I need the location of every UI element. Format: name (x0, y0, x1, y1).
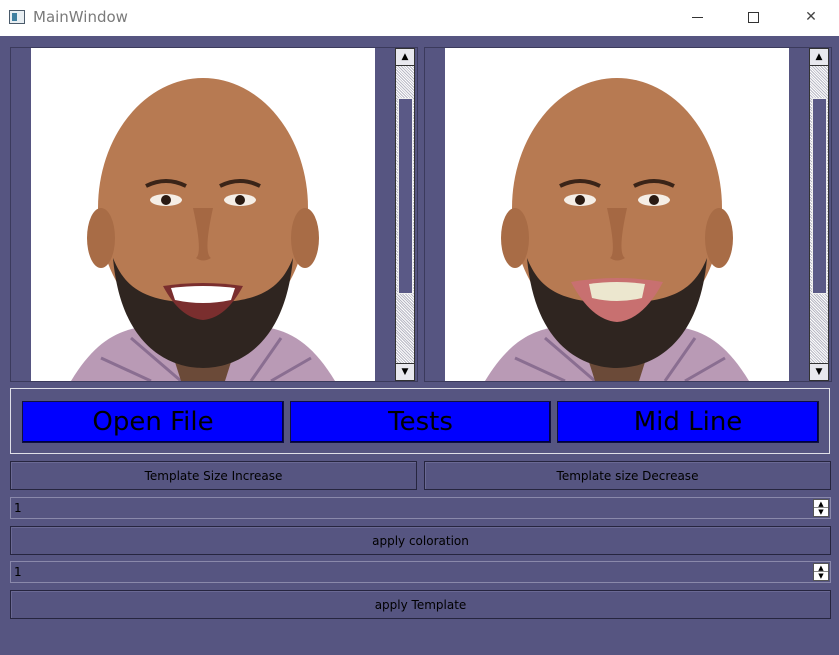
main-window-client-area: ▲ ▼ ▲ ▼ Open File Tests Mid Line Templat… (0, 36, 839, 655)
template-spin-buttons[interactable]: ▲ ▼ (813, 563, 829, 581)
spin-up-icon[interactable]: ▲ (814, 564, 828, 572)
apply-coloration-button[interactable]: apply coloration (10, 526, 831, 555)
tests-button[interactable]: Tests (290, 401, 551, 443)
face-illustration (485, 78, 749, 381)
original-face-photo (31, 48, 375, 381)
image-viewport (425, 48, 789, 381)
title-bar: MainWindow ✕ (0, 0, 839, 36)
apply-template-button[interactable]: apply Template (10, 590, 831, 619)
template-spin-value[interactable]: 1 (14, 565, 22, 579)
scrollbar-thumb[interactable] (398, 98, 413, 294)
window-title: MainWindow (33, 8, 128, 26)
right-vertical-scrollbar[interactable]: ▲ ▼ (789, 48, 831, 381)
template-size-decrease-button[interactable]: Template size Decrease (424, 461, 831, 490)
app-window-icon (9, 10, 25, 24)
open-file-button[interactable]: Open File (22, 401, 284, 443)
spin-down-icon[interactable]: ▼ (814, 572, 828, 580)
scroll-up-arrow-icon[interactable]: ▲ (395, 48, 415, 66)
edited-image-viewer[interactable]: ▲ ▼ (424, 47, 832, 382)
maximize-button[interactable] (730, 0, 776, 34)
spin-up-icon[interactable]: ▲ (814, 500, 828, 508)
minimize-button[interactable] (674, 0, 720, 34)
minimize-icon (691, 16, 703, 18)
edited-face-photo (445, 48, 789, 381)
left-vertical-scrollbar[interactable]: ▲ ▼ (375, 48, 417, 381)
image-viewport (11, 48, 375, 381)
mid-line-button[interactable]: Mid Line (557, 401, 819, 443)
template-size-increase-button[interactable]: Template Size Increase (10, 461, 417, 490)
scrollbar-thumb[interactable] (812, 98, 827, 294)
face-illustration (71, 78, 335, 381)
scroll-up-arrow-icon[interactable]: ▲ (809, 48, 829, 66)
close-icon: ✕ (805, 9, 817, 25)
original-image-viewer[interactable]: ▲ ▼ (10, 47, 418, 382)
coloration-spin-value[interactable]: 1 (14, 501, 22, 515)
main-actions-group: Open File Tests Mid Line (10, 388, 830, 454)
scroll-down-arrow-icon[interactable]: ▼ (395, 363, 415, 381)
scroll-down-arrow-icon[interactable]: ▼ (809, 363, 829, 381)
spin-down-icon[interactable]: ▼ (814, 508, 828, 516)
close-button[interactable]: ✕ (788, 0, 834, 34)
coloration-spinbox[interactable]: 1 ▲ ▼ (10, 497, 831, 519)
template-spinbox[interactable]: 1 ▲ ▼ (10, 561, 831, 583)
maximize-icon (747, 11, 759, 23)
coloration-spin-buttons[interactable]: ▲ ▼ (813, 499, 829, 517)
